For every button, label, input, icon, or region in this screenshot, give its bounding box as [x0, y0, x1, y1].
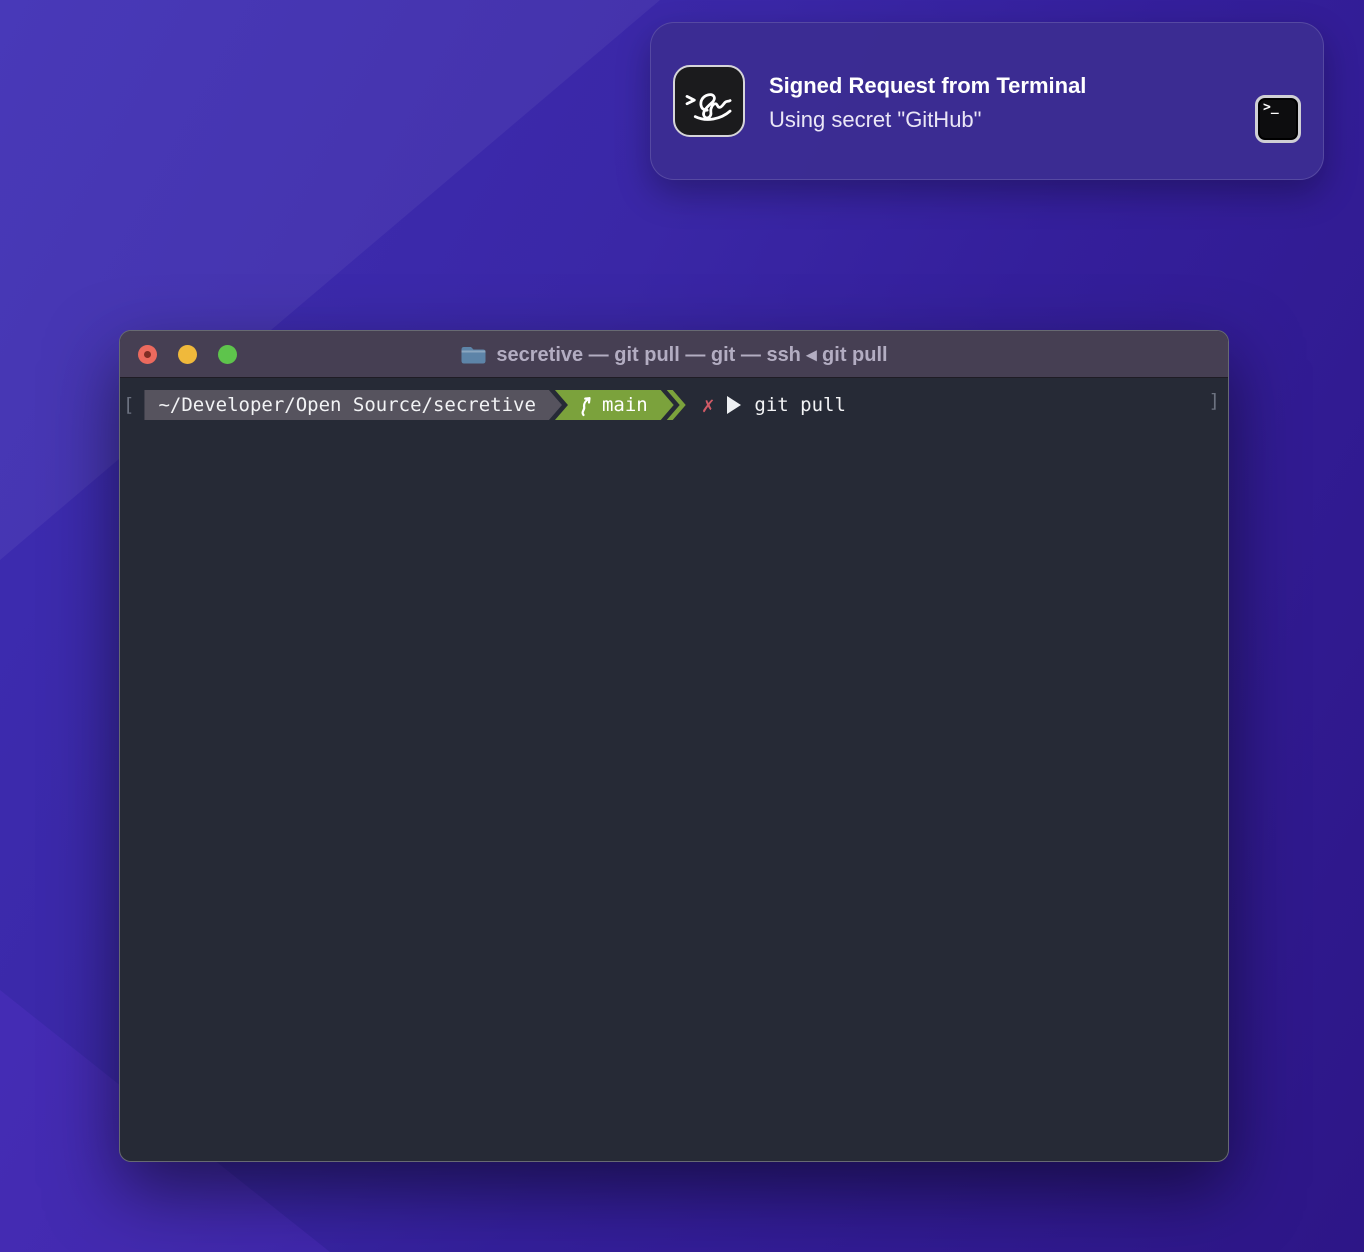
notification-text: Signed Request from Terminal Using secre…: [769, 69, 1086, 137]
folder-icon: [460, 344, 486, 365]
notification-banner[interactable]: Signed Request from Terminal Using secre…: [650, 22, 1324, 180]
prompt-path-segment: ~/Developer/Open Source/secretive: [144, 390, 562, 420]
git-branch-icon: [578, 394, 593, 417]
window-title: secretive — git pull — git — ssh ◂ git p…: [460, 342, 887, 367]
desktop: Signed Request from Terminal Using secre…: [0, 0, 1364, 1252]
traffic-lights: [138, 331, 237, 377]
prompt-row: [ ~/Developer/Open Source/secretive: [120, 378, 1228, 420]
current-directory: ~/Developer/Open Source/secretive: [158, 394, 536, 416]
prompt-right-bracket: ]: [1209, 390, 1220, 412]
minimize-button[interactable]: [178, 345, 197, 364]
command-text: git pull: [754, 394, 846, 416]
zoom-button[interactable]: [218, 345, 237, 364]
prompt-arrow-icon: [727, 396, 741, 414]
titlebar[interactable]: secretive — git pull — git — ssh ◂ git p…: [120, 331, 1228, 378]
terminal-prompt-glyph: >_: [1263, 100, 1279, 115]
exit-status-x: ✗: [702, 393, 715, 417]
terminal-app-icon: >_: [1255, 95, 1301, 143]
window-title-text: secretive — git pull — git — ssh ◂ git p…: [496, 342, 887, 367]
chevron-right-glyph: [687, 96, 694, 103]
notification-title: Signed Request from Terminal: [769, 69, 1086, 103]
terminal-content[interactable]: [ ~/Developer/Open Source/secretive: [120, 378, 1228, 1162]
secretive-signature-icon: [673, 65, 745, 137]
terminal-window[interactable]: secretive — git pull — git — ssh ◂ git p…: [119, 330, 1229, 1162]
notification-subtitle: Using secret "GitHub": [769, 103, 1086, 137]
prompt-left-bracket: [: [123, 394, 134, 416]
close-modified-dot: [144, 351, 151, 358]
git-branch-name: main: [602, 394, 648, 416]
close-button[interactable]: [138, 345, 157, 364]
